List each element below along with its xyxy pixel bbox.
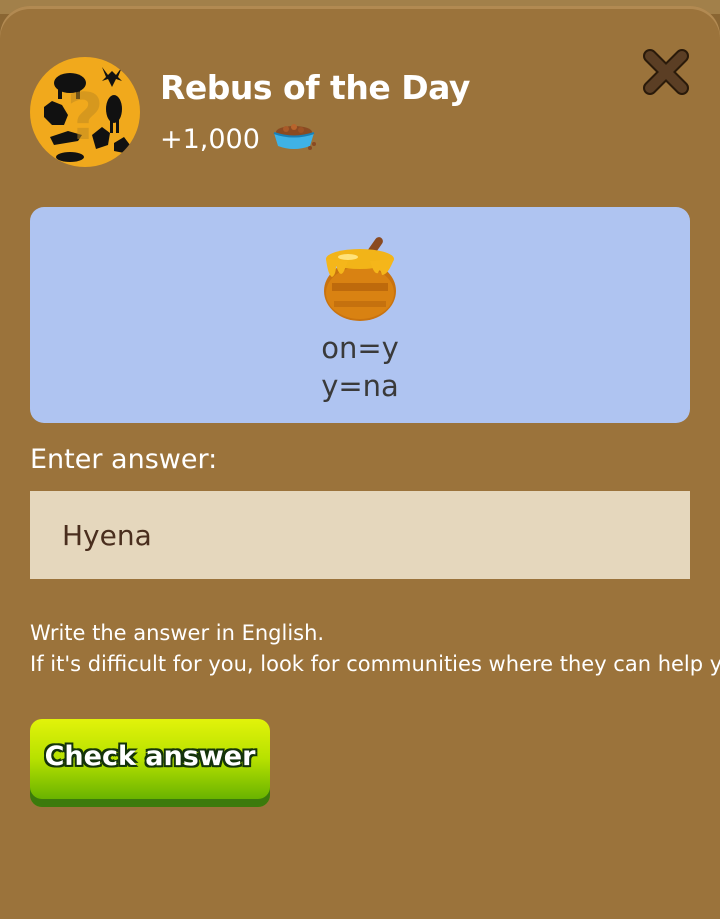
check-answer-label: Check answer — [44, 741, 256, 772]
reward: +1,000 — [160, 120, 318, 158]
animals-avatar-icon: ? — [30, 57, 140, 167]
answer-label: Enter answer: — [30, 444, 218, 475]
svg-text:?: ? — [66, 81, 103, 155]
close-icon[interactable] — [638, 44, 694, 100]
hint-line-2: If it's difficult for you, look for comm… — [30, 652, 720, 676]
dialog-title: Rebus of the Day — [160, 68, 470, 107]
rebus-dialog: ? Rebus of the Day +1,000 on=y y=na Ente… — [0, 6, 720, 919]
rebus-clue-line-2: y=na — [321, 369, 399, 403]
check-answer-button[interactable]: Check answer — [30, 719, 270, 807]
reward-amount: +1,000 — [160, 123, 260, 155]
food-bowl-icon — [270, 120, 318, 158]
rebus-clue-line-1: on=y — [321, 331, 399, 365]
honey-pot-icon — [318, 231, 402, 327]
rebus-card: on=y y=na — [30, 207, 690, 423]
hint-line-1: Write the answer in English. — [30, 621, 325, 645]
answer-input[interactable] — [30, 491, 690, 579]
